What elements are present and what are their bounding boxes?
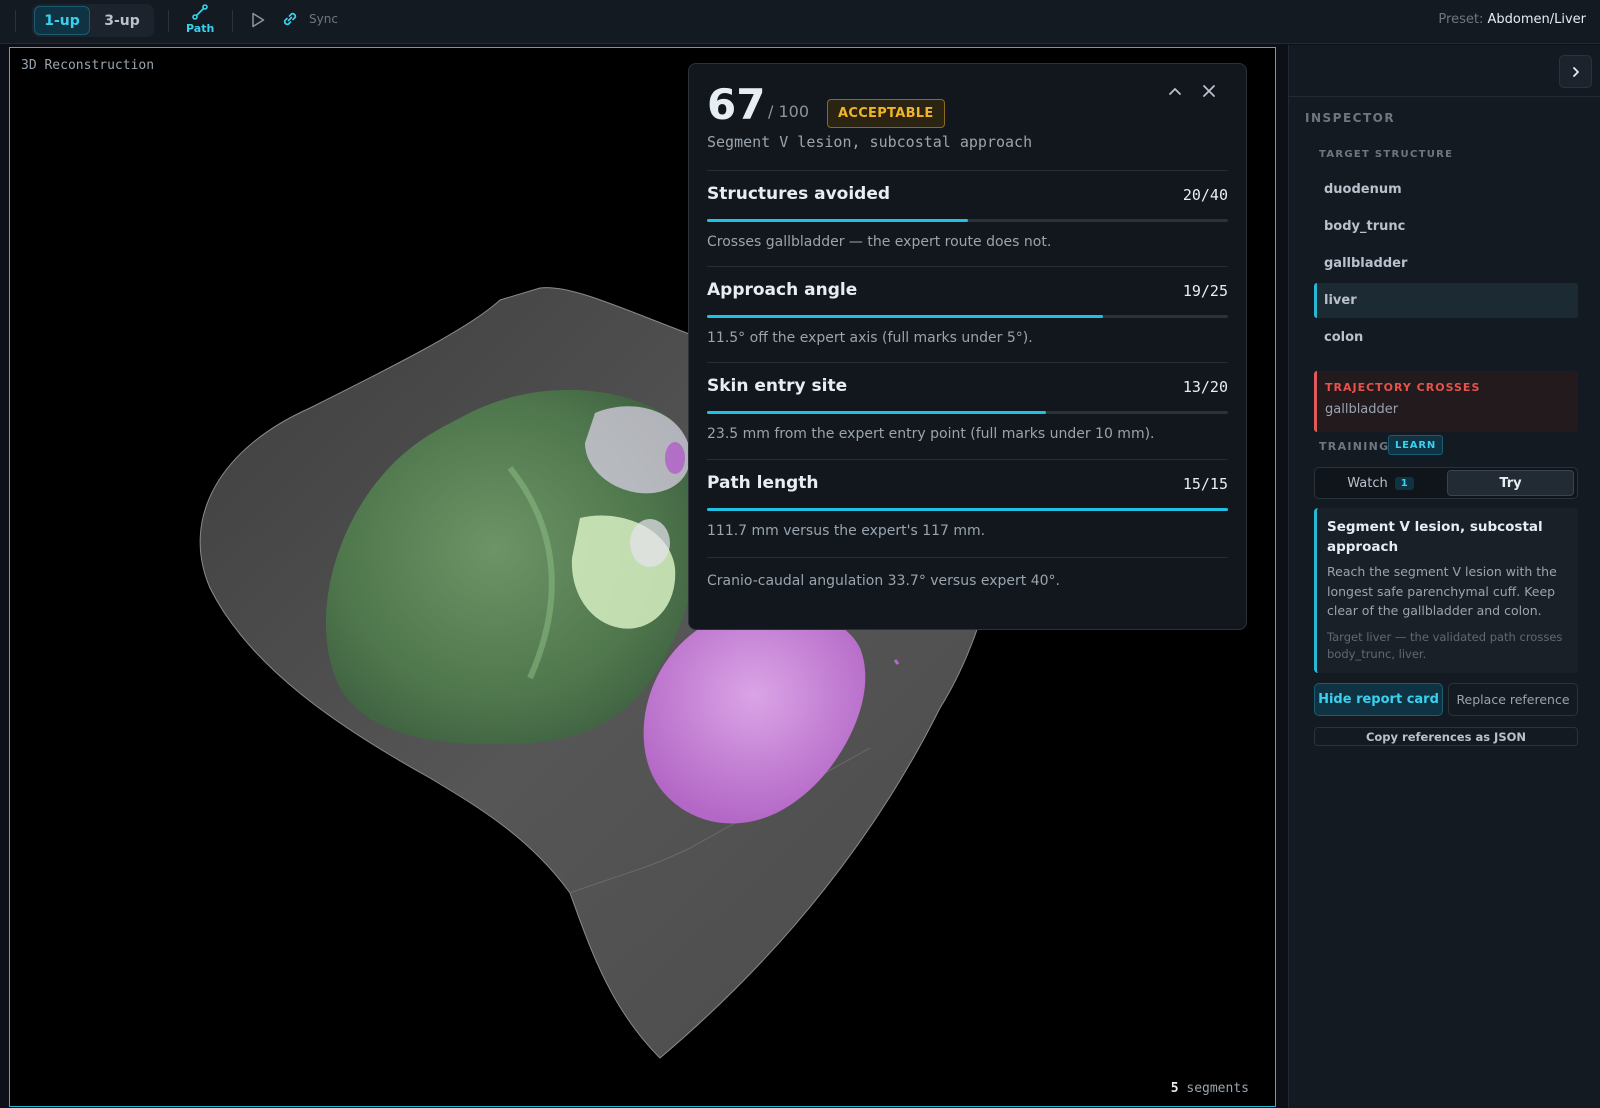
criterion-divider (707, 362, 1228, 363)
watch-label: Watch (1347, 475, 1388, 491)
criterion-note: Crosses gallbladder — the expert route d… (707, 234, 1052, 250)
replace-reference-button[interactable]: Replace reference (1448, 683, 1578, 716)
angulation-note: Cranio-caudal angulation 33.7° versus ex… (707, 573, 1060, 589)
criterion-progress-fill (707, 315, 1103, 318)
score-value: 67 (707, 80, 766, 129)
copy-references-button[interactable]: Copy references as JSON (1314, 727, 1578, 746)
lesson-description: Reach the segment V lesion with the long… (1327, 564, 1557, 618)
criterion-progress-track (707, 315, 1228, 318)
layout-1up-button[interactable]: 1-up (34, 6, 90, 35)
score-max: / 100 (768, 102, 810, 121)
collapse-panel-button[interactable] (1559, 55, 1592, 88)
lesson-card: Segment V lesion, subcostal approach Rea… (1314, 508, 1578, 673)
structure-item-colon[interactable]: colon (1314, 320, 1578, 355)
lesson-title: Segment V lesion, subcostal approach (1327, 519, 1543, 555)
toolbar-divider (168, 10, 169, 32)
criterion-progress-fill (707, 508, 1228, 511)
trajectory-crosses-alert: TRAJECTORY CROSSES gallbladder (1314, 371, 1578, 432)
criterion-note: 23.5 mm from the expert entry point (ful… (707, 426, 1155, 442)
hide-report-card-button[interactable]: Hide report card (1314, 683, 1443, 716)
link-icon[interactable] (281, 10, 299, 28)
report-divider (707, 557, 1228, 558)
rating-badge: ACCEPTABLE (827, 99, 945, 128)
criterion-divider (707, 459, 1228, 460)
structure-item-gallbladder[interactable]: gallbladder (1314, 246, 1578, 281)
criterion-progress-track (707, 508, 1228, 511)
watch-try-toggle: Watch 1 Try (1314, 467, 1578, 499)
criterion-divider (707, 266, 1228, 267)
criterion-progress-track (707, 411, 1228, 414)
report-subtitle: Segment V lesion, subcostal approach (707, 133, 1033, 151)
chevron-right-icon (1572, 66, 1579, 77)
chevron-up-icon[interactable] (1164, 80, 1186, 102)
preset-indicator[interactable]: Preset: Abdomen/Liver (1438, 12, 1586, 27)
segment-count-label: segments (1186, 1081, 1249, 1096)
criterion-name: Skin entry site (707, 376, 848, 396)
segment-count: 5 segments (1171, 1081, 1249, 1096)
criterion-note: 111.7 mm versus the expert's 117 mm. (707, 523, 986, 539)
play-icon[interactable] (251, 12, 265, 28)
criterion-progress-track (707, 219, 1228, 222)
path-icon (192, 4, 208, 20)
preset-label: Preset: (1438, 12, 1484, 27)
trajectory-crosses-heading: TRAJECTORY CROSSES (1325, 381, 1481, 394)
segment-count-value: 5 (1170, 1081, 1179, 1096)
trajectory-crosses-value: gallbladder (1325, 402, 1399, 417)
criterion-score: 20/40 (1182, 186, 1228, 204)
criterion-name: Approach angle (707, 280, 858, 300)
criterion-score: 19/25 (1182, 282, 1228, 300)
target-structure-heading: TARGET STRUCTURE (1319, 149, 1454, 160)
toolbar: 1-up 3-up Path Sync Preset: Abdomen/Live… (0, 0, 1600, 44)
preset-value: Abdomen/Liver (1487, 12, 1586, 27)
layout-switcher: 1-up 3-up (32, 4, 154, 37)
structure-item-liver[interactable]: liver (1314, 283, 1578, 318)
structure-item-body-trunc[interactable]: body_trunc (1314, 209, 1578, 244)
lesson-note: Target liver — the validated path crosse… (1327, 630, 1563, 661)
watch-count-badge: 1 (1394, 476, 1414, 490)
sync-label[interactable]: Sync (309, 12, 338, 26)
vessel-mesh (630, 519, 670, 567)
layout-3up-button[interactable]: 3-up (92, 6, 152, 35)
toolbar-divider (15, 10, 16, 32)
panel-divider (1289, 96, 1600, 97)
criterion-divider (707, 170, 1228, 171)
inspector-heading: INSPECTOR (1305, 111, 1396, 125)
path-tool-label: Path (186, 22, 215, 35)
colon-mesh-fragment (665, 442, 685, 474)
structure-item-duodenum[interactable]: duodenum (1314, 172, 1578, 207)
toolbar-divider (232, 10, 233, 32)
report-card: 67 / 100 ACCEPTABLE Segment V lesion, su… (688, 63, 1247, 630)
try-tab[interactable]: Try (1447, 470, 1574, 496)
criterion-progress-fill (707, 219, 968, 222)
criterion-score: 15/15 (1182, 475, 1228, 493)
criterion-note: 11.5° off the expert axis (full marks un… (707, 330, 1033, 346)
viewport-title: 3D Reconstruction (21, 58, 155, 73)
criterion-name: Structures avoided (707, 184, 891, 204)
criterion-score: 13/20 (1182, 378, 1228, 396)
training-label: TRAINING (1319, 440, 1390, 453)
path-tool-button[interactable]: Path (186, 4, 214, 38)
watch-tab[interactable]: Watch 1 (1315, 468, 1446, 498)
criterion-name: Path length (707, 473, 819, 493)
learn-badge: LEARN (1388, 435, 1444, 455)
close-icon[interactable] (1198, 80, 1220, 102)
criterion-progress-fill (707, 411, 1046, 414)
inspector-panel: INSPECTOR TARGET STRUCTURE duodenum body… (1288, 45, 1600, 1108)
